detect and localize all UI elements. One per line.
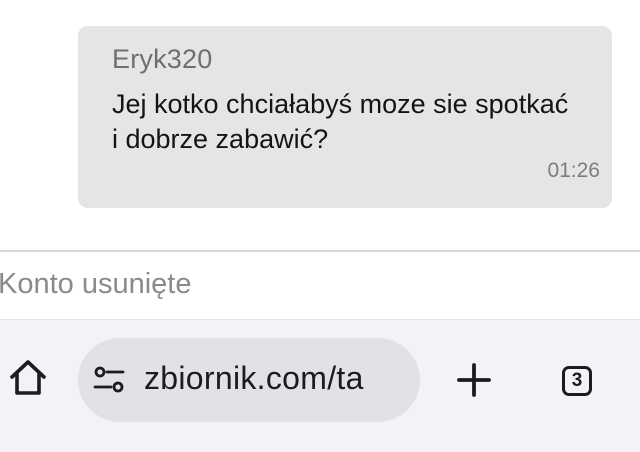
message-sender: Eryk320 bbox=[112, 44, 213, 74]
tab-switcher-button[interactable]: 3 bbox=[558, 362, 596, 400]
tab-count: 3 bbox=[571, 370, 583, 391]
new-tab-button[interactable] bbox=[452, 358, 496, 402]
reply-area: Konto usunięte bbox=[0, 252, 640, 320]
home-button[interactable] bbox=[6, 356, 50, 400]
url-bar[interactable]: zbiornik.com/ta bbox=[78, 338, 420, 422]
url-text: zbiornik.com/ta bbox=[144, 360, 364, 396]
home-icon bbox=[10, 360, 46, 395]
message-bubble[interactable]: Eryk320 Jej kotko chciałabyś moze sie sp… bbox=[78, 26, 612, 208]
reply-status-text: Konto usunięte bbox=[0, 268, 192, 300]
browser-toolbar: zbiornik.com/ta 3 bbox=[0, 320, 640, 438]
message-timestamp: 01:26 bbox=[547, 159, 600, 182]
chat-area: Eryk320 Jej kotko chciałabyś moze sie sp… bbox=[0, 0, 640, 250]
tab-switcher-icon: 3 bbox=[562, 366, 592, 396]
tune-icon bbox=[93, 366, 125, 393]
plus-icon bbox=[457, 363, 491, 397]
bottom-strip bbox=[0, 438, 640, 452]
message-text: Jej kotko chciałabyś moze sie spotkać i … bbox=[112, 89, 569, 154]
